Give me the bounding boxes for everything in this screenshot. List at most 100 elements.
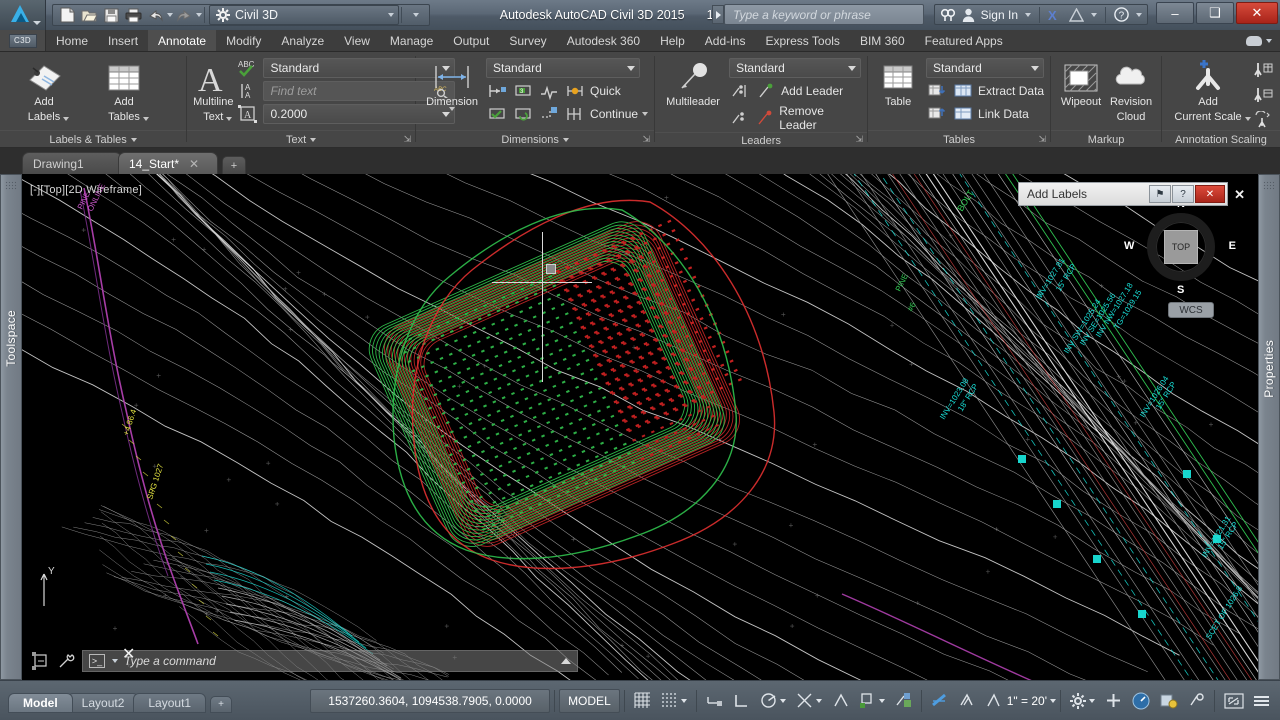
viewcube-west-label[interactable]: W (1124, 240, 1134, 252)
workspace-switch-button[interactable] (1065, 689, 1100, 713)
lineweight-toggle[interactable] (926, 689, 953, 713)
data-link-upload-icon[interactable] (926, 104, 948, 124)
layout-tab-layout1[interactable]: Layout1 (133, 692, 207, 713)
plot-icon[interactable] (122, 5, 144, 25)
panel-title-labels-and-tables[interactable]: Labels & Tables (0, 130, 187, 148)
multileader-style-combo[interactable]: Standard (729, 58, 862, 78)
chevron-down-icon[interactable] (310, 137, 317, 142)
infer-constraints-toggle[interactable] (701, 689, 728, 713)
tab-output[interactable]: Output (443, 30, 499, 51)
chevron-down-icon[interactable] (130, 137, 137, 142)
command-input[interactable]: >_ Type a command (82, 650, 578, 672)
tab-modify[interactable]: Modify (216, 30, 271, 51)
close-icon[interactable]: ✕ (189, 157, 199, 171)
chevron-down-icon[interactable] (680, 698, 687, 703)
delete-scale-icon[interactable] (1252, 85, 1274, 105)
tab-view[interactable]: View (334, 30, 380, 51)
close-button[interactable]: ✕ (1236, 2, 1278, 24)
dialog-launcher-icon[interactable]: ⇲ (1039, 134, 1047, 145)
dock-grip-icon[interactable] (1263, 181, 1275, 190)
annotation-scale-display[interactable]: 1" = 20' (1007, 694, 1047, 708)
layout-tab-model[interactable]: Model (8, 692, 73, 713)
toolspace-dock-strip[interactable]: Toolspace (0, 174, 22, 680)
add-leader-icon[interactable] (755, 81, 777, 101)
viewcube-top-face[interactable]: TOP (1164, 230, 1198, 264)
viewcube-east-label[interactable]: E (1229, 240, 1236, 252)
quick-dimension-icon[interactable] (564, 81, 586, 101)
tab-survey[interactable]: Survey (499, 30, 556, 51)
viewcube[interactable]: TOP N S E W (1124, 198, 1236, 296)
customize-qat-icon[interactable] (404, 5, 426, 25)
text-align-icon[interactable]: AA (237, 81, 259, 101)
tab-insert[interactable]: Insert (98, 30, 148, 51)
lock-ui-toggle[interactable] (1183, 689, 1210, 713)
ortho-mode-toggle[interactable] (728, 689, 755, 713)
add-labels-button[interactable]: Add Labels (6, 56, 82, 124)
open-icon[interactable] (78, 5, 100, 25)
maximize-button[interactable]: ❑ (1196, 2, 1234, 24)
chevron-down-icon[interactable] (112, 659, 118, 663)
chevron-down-icon[interactable] (779, 698, 786, 703)
chevron-down-icon[interactable] (142, 117, 149, 121)
panel-title-text[interactable]: Text ⇲ (187, 130, 416, 148)
new-drawing-tab-button[interactable]: + (222, 156, 246, 174)
chevron-down-icon[interactable] (1025, 12, 1031, 17)
fullscreen-toggle[interactable] (1219, 689, 1249, 713)
chevron-down-icon[interactable] (1091, 12, 1097, 17)
data-link-download-icon[interactable] (926, 81, 948, 101)
grid-display-toggle[interactable] (629, 689, 656, 713)
dimension-update-icon[interactable] (512, 104, 534, 124)
table-button[interactable]: Table (874, 56, 922, 109)
new-icon[interactable] (56, 5, 78, 25)
tab-home[interactable]: Home (46, 30, 98, 51)
transparency-toggle[interactable] (953, 689, 980, 713)
link-data-icon[interactable] (952, 104, 974, 124)
dimension-break-icon[interactable] (538, 104, 560, 124)
drawing-tab-drawing1[interactable]: Drawing1 (22, 152, 122, 174)
drawing-tab-14-start[interactable]: 14_Start* ✕ (118, 152, 218, 174)
redo-icon[interactable] (173, 5, 195, 25)
viewcube-south-label[interactable]: S (1177, 284, 1184, 296)
spell-check-icon[interactable]: ABC (237, 58, 259, 78)
application-menu-button[interactable] (0, 0, 46, 30)
new-layout-button[interactable]: + (210, 695, 233, 713)
tab-analyze[interactable]: Analyze (271, 30, 334, 51)
undo-icon[interactable] (144, 5, 166, 25)
link-data-label[interactable]: Link Data (978, 107, 1029, 121)
dynamic-input-toggle[interactable] (890, 689, 917, 713)
wcs-selector[interactable]: WCS (1168, 302, 1214, 318)
chevron-down-icon[interactable] (1136, 12, 1142, 17)
tab-manage[interactable]: Manage (380, 30, 443, 51)
save-icon[interactable] (100, 5, 122, 25)
selection-cycling-toggle[interactable] (980, 689, 1007, 713)
extract-data-icon[interactable] (952, 81, 974, 101)
chevron-down-icon[interactable] (878, 698, 885, 703)
dynamic-ucs-toggle[interactable] (854, 689, 890, 713)
pin-icon[interactable]: ⚑ (1149, 185, 1171, 203)
dimension-button[interactable]: Dimension (422, 56, 482, 124)
search-input[interactable]: Type a keyword or phrase (724, 4, 924, 25)
chevron-down-icon[interactable] (1050, 698, 1056, 703)
command-history-icon[interactable] (30, 651, 52, 671)
polar-tracking-toggle[interactable] (755, 689, 791, 713)
chevron-down-icon[interactable] (1089, 698, 1095, 703)
minimize-button[interactable]: – (1156, 2, 1194, 24)
continue-dimension-label[interactable]: Continue (590, 107, 638, 121)
add-leader-label[interactable]: Add Leader (781, 84, 843, 98)
chevron-down-icon[interactable] (848, 65, 857, 71)
hamburger-icon[interactable] (1254, 695, 1269, 706)
customize-command-icon[interactable] (56, 651, 78, 671)
chevron-down-icon[interactable] (226, 117, 233, 121)
cloud-icon[interactable] (1246, 35, 1262, 46)
dialog-launcher-icon[interactable]: ⇲ (404, 134, 412, 145)
sync-scale-icon[interactable] (1252, 110, 1274, 130)
panel-title-dimensions[interactable]: Dimensions ⇲ (416, 130, 655, 148)
remove-leader-icon[interactable] (754, 108, 775, 128)
drawing-canvas[interactable]: BOLT 15" RCP INV=1027.81 TG=1029.15 INV NW=1… (22, 174, 1258, 680)
layout-tab-layout2[interactable]: Layout2 (66, 692, 140, 713)
dimension-style-combo[interactable]: Standard (486, 58, 641, 78)
align-leaders-icon[interactable] (729, 81, 751, 101)
chevron-down-icon[interactable] (562, 137, 569, 142)
dialog-dismiss-icon[interactable]: ✕ (1234, 187, 1245, 203)
wipeout-button[interactable]: Wipeout (1057, 56, 1105, 109)
